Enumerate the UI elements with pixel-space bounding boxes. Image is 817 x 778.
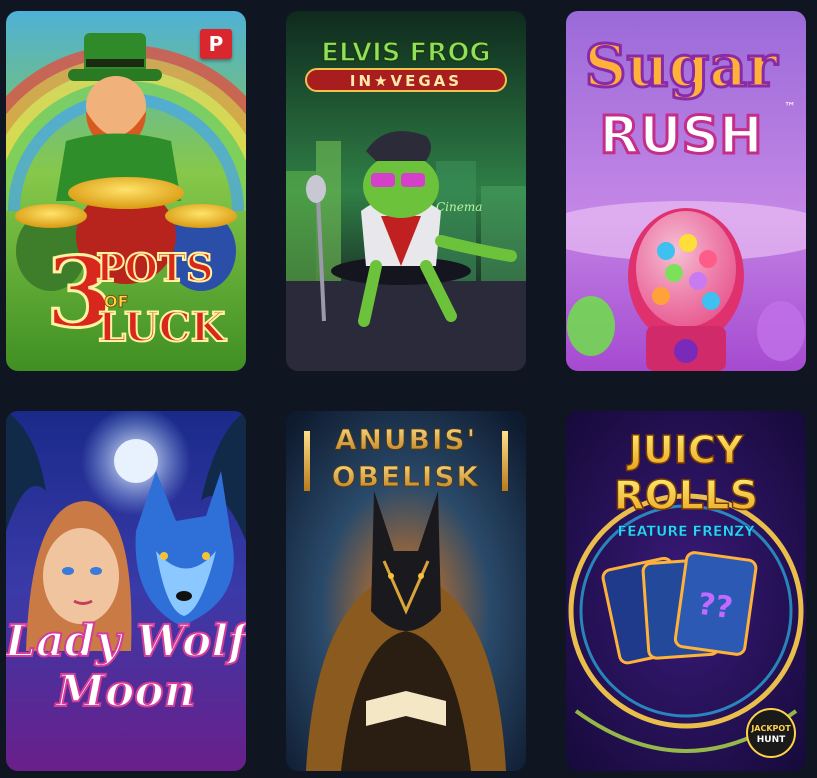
game-tile-lady-wolf-moon[interactable]: Lady Wolf Moon bbox=[6, 411, 246, 771]
trademark-symbol: ™ bbox=[784, 100, 796, 114]
game-grid: 3 POTS OF LUCK P Cinema ELVIS FROG IN★VE… bbox=[0, 0, 817, 778]
game-artwork-3-pots-of-luck: 3 POTS OF LUCK bbox=[6, 11, 246, 371]
game-title-line1: Lady Wolf bbox=[6, 616, 246, 667]
game-title-line2: ROLLS bbox=[614, 473, 759, 519]
game-artwork-lady-wolf-moon: Lady Wolf Moon bbox=[6, 411, 246, 771]
game-title-line1: Sugar bbox=[585, 32, 779, 100]
game-title-luck: LUCK bbox=[98, 304, 227, 351]
game-title-line1: ELVIS FROG bbox=[321, 38, 491, 68]
game-title-line2: OBELISK bbox=[332, 460, 480, 493]
game-title-line2: RUSH bbox=[599, 106, 762, 166]
provider-badge: P bbox=[200, 29, 232, 59]
game-title-pots: POTS bbox=[96, 245, 213, 290]
jackpot-hunt-logo-line2: HUNT bbox=[757, 735, 786, 745]
game-tile-anubis-obelisk[interactable]: ANUBIS' OBELISK bbox=[286, 411, 526, 771]
game-title-line2: IN★VEGAS bbox=[350, 72, 462, 90]
game-title-line2: Moon bbox=[54, 666, 195, 717]
game-tile-elvis-frog-in-vegas[interactable]: Cinema ELVIS FROG IN★VEGAS bbox=[286, 11, 526, 371]
jackpot-hunt-logo-line1: JACKPOT bbox=[750, 724, 791, 733]
game-subtitle: FEATURE FRENZY bbox=[618, 524, 756, 540]
game-title-line1: ANUBIS' bbox=[335, 423, 477, 456]
game-tile-juicy-rolls[interactable]: ?? JUICY ROLLS FEATURE FRENZY JACKPOT HU… bbox=[566, 411, 806, 771]
card-question-marks: ?? bbox=[696, 587, 735, 627]
game-tile-3-pots-of-luck[interactable]: 3 POTS OF LUCK P bbox=[6, 11, 246, 371]
cinema-sign: Cinema bbox=[436, 200, 482, 214]
game-artwork-juicy-rolls: ?? JUICY ROLLS FEATURE FRENZY JACKPOT HU… bbox=[566, 411, 806, 771]
game-artwork-elvis-frog: Cinema ELVIS FROG IN★VEGAS bbox=[286, 11, 526, 371]
game-tile-sugar-rush[interactable]: Sugar RUSH ™ bbox=[566, 11, 806, 371]
game-artwork-sugar-rush: Sugar RUSH ™ bbox=[566, 11, 806, 371]
game-title-line1: JUICY bbox=[626, 428, 744, 472]
game-artwork-anubis-obelisk: ANUBIS' OBELISK bbox=[286, 411, 526, 771]
